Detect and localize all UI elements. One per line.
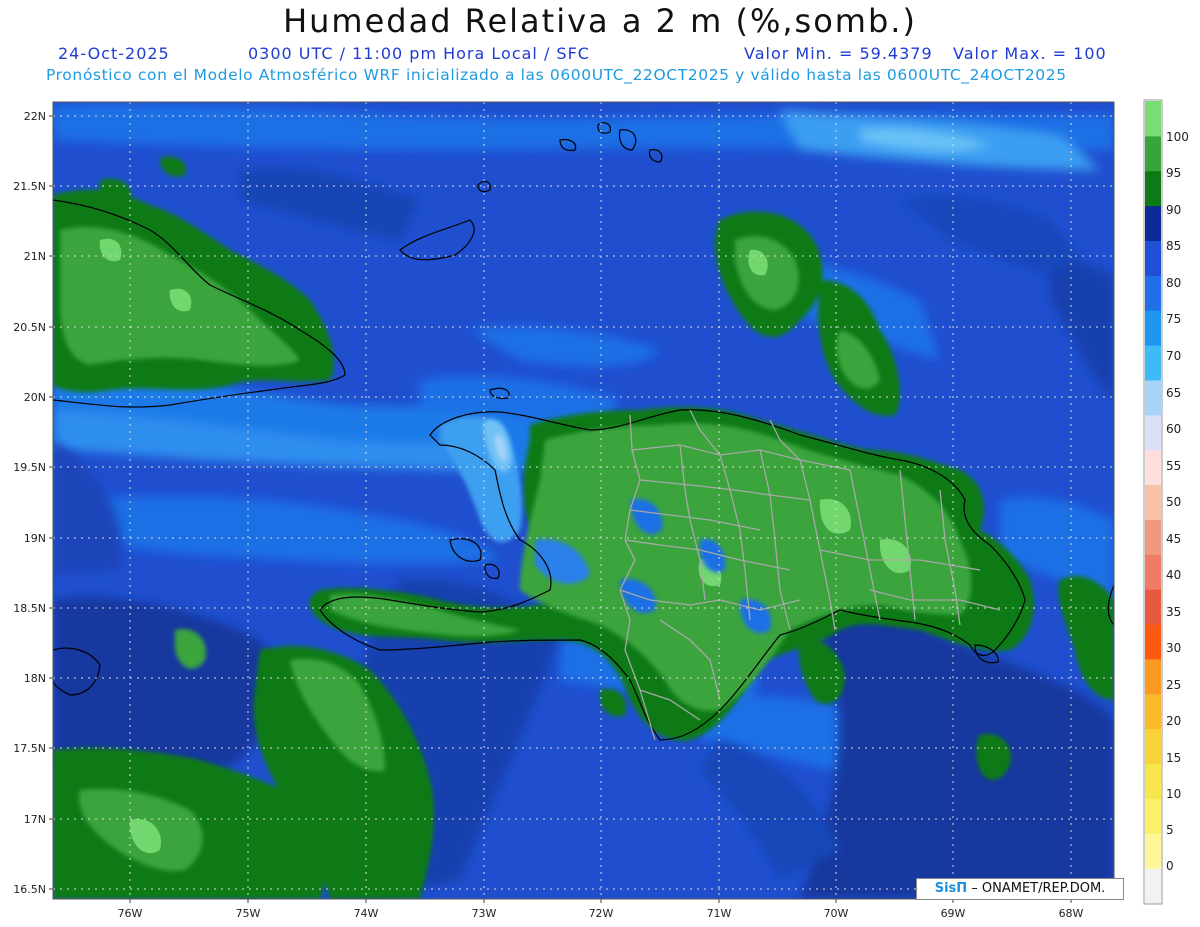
colorbar-label: 90 [1166,203,1181,217]
credit-org: – ONAMET/REP.DOM. [967,881,1106,896]
lon-label: 72W [589,907,614,920]
colorbar-swatch [1145,658,1161,695]
colorbar-swatch [1145,868,1161,904]
lat-label: 19N [24,532,46,545]
colorbar-label: 100 [1166,130,1189,144]
colorbar-swatch [1145,240,1161,276]
colorbar-label: 35 [1166,605,1181,619]
colorbar-swatch [1145,135,1161,172]
humidity-map: 22N 21.5N 21N 20.5N 20N 19.5N 19N 18.5N … [13,99,1189,920]
lon-label: 69W [941,907,966,920]
colorbar-label: 10 [1166,787,1181,801]
colorbar-swatch [1145,833,1161,869]
colorbar-label: 50 [1166,495,1181,509]
lat-label: 17.5N [13,742,46,755]
lat-label: 21N [24,250,46,263]
colorbar-swatch [1145,170,1161,207]
colorbar-swatch [1145,275,1161,311]
colorbar-swatch [1145,379,1161,416]
longitude-labels: 76W 75W 74W 73W 72W 71W 70W 69W 68W [118,907,1084,920]
lat-label: 20N [24,391,46,404]
lat-label: 18.5N [13,602,46,615]
colorbar-label: 85 [1166,239,1181,253]
lon-label: 70W [824,907,849,920]
colorbar-label: 25 [1166,678,1181,692]
colorbar: 0 5 10 15 20 25 30 35 40 45 50 55 60 65 … [1143,99,1189,905]
colorbar-label: 0 [1166,859,1174,873]
lat-label: 20.5N [13,321,46,334]
lon-label: 73W [472,907,497,920]
lat-label: 17N [24,813,46,826]
colorbar-label: 5 [1166,823,1174,837]
lat-label: 19.5N [13,461,46,474]
lon-label: 74W [354,907,379,920]
colorbar-label: 65 [1166,386,1181,400]
colorbar-swatch [1145,101,1161,137]
colorbar-label: 30 [1166,641,1181,655]
colorbar-label: 70 [1166,349,1181,363]
colorbar-label: 80 [1166,276,1181,290]
lon-label: 68W [1059,907,1084,920]
colorbar-swatch [1145,624,1161,660]
colorbar-swatch [1145,589,1161,625]
colorbar-swatch [1145,310,1161,346]
colorbar-swatch [1145,414,1161,451]
colorbar-swatch [1145,345,1161,381]
lat-label: 22N [24,110,46,123]
colorbar-swatch [1145,205,1161,241]
colorbar-label: 40 [1166,568,1181,582]
colorbar-label: 95 [1166,166,1181,180]
colorbar-label: 15 [1166,751,1181,765]
credit-box: SisΠ – ONAMET/REP.DOM. [916,878,1124,900]
colorbar-label: 20 [1166,714,1181,728]
lat-label: 21.5N [13,180,46,193]
colorbar-swatch [1145,693,1161,730]
colorbar-swatch [1145,554,1161,590]
colorbar-swatch [1145,728,1161,765]
colorbar-swatch [1145,484,1161,520]
lon-label: 76W [118,907,143,920]
colorbar-swatch [1145,763,1161,799]
map-field [53,102,1114,899]
colorbar-swatch [1145,519,1161,555]
lon-label: 75W [236,907,261,920]
colorbar-label: 75 [1166,312,1181,326]
lat-label: 18N [24,672,46,685]
colorbar-label: 55 [1166,459,1181,473]
colorbar-swatches [1145,101,1161,904]
colorbar-labels: 0 5 10 15 20 25 30 35 40 45 50 55 60 65 … [1166,130,1189,873]
lat-label: 16.5N [13,883,46,896]
colorbar-swatch [1145,798,1161,834]
colorbar-swatch [1145,449,1161,486]
colorbar-label: 60 [1166,422,1181,436]
colorbar-label: 45 [1166,532,1181,546]
sispi-logo-text: SisΠ [934,881,968,896]
latitude-labels: 22N 21.5N 21N 20.5N 20N 19.5N 19N 18.5N … [13,110,46,896]
lon-label: 71W [707,907,732,920]
